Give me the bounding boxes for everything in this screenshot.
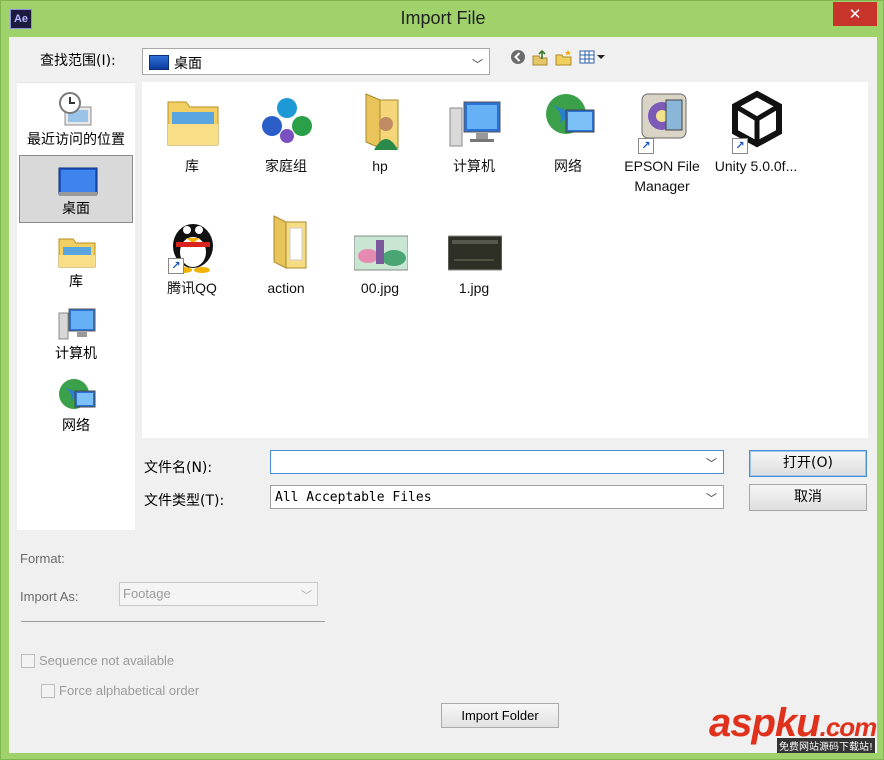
sequence-checkbox[interactable] bbox=[21, 654, 35, 668]
file-item[interactable]: ↗ 腾讯QQ bbox=[146, 208, 238, 318]
file-item[interactable]: ↗ EPSON File Manager bbox=[616, 86, 708, 196]
file-name: Unity 5.0.0f... bbox=[714, 158, 798, 174]
chevron-down-icon: ﹀ bbox=[301, 589, 312, 602]
shortcut-arrow-icon: ↗ bbox=[732, 138, 748, 154]
place-library[interactable]: 库 bbox=[19, 227, 133, 295]
user-folder-icon bbox=[365, 93, 399, 150]
filetype-value: All Acceptable Files bbox=[275, 490, 432, 505]
homegroup-icon bbox=[262, 98, 312, 143]
network-icon bbox=[59, 379, 96, 409]
file-item[interactable]: 1.jpg bbox=[428, 208, 520, 318]
place-label: 网络 bbox=[62, 418, 90, 434]
up-folder-icon bbox=[532, 49, 548, 66]
filetype-label: 文件类型(T): bbox=[144, 493, 225, 509]
sequence-label: Sequence not available bbox=[39, 653, 175, 668]
up-folder-button[interactable] bbox=[530, 49, 550, 71]
network-icon bbox=[546, 94, 595, 134]
view-menu-icon bbox=[579, 50, 605, 64]
import-folder-button[interactable]: Import Folder bbox=[441, 703, 559, 728]
file-item[interactable]: 家庭组 bbox=[240, 86, 332, 196]
file-name: hp bbox=[372, 158, 388, 174]
back-button[interactable] bbox=[508, 49, 528, 71]
cancel-button[interactable]: 取消 bbox=[749, 484, 867, 511]
file-name: EPSON File Manager bbox=[624, 158, 700, 194]
lookin-dropdown[interactable]: 桌面 ﹀ bbox=[142, 48, 490, 75]
place-label: 库 bbox=[69, 274, 83, 290]
new-folder-icon bbox=[555, 50, 572, 66]
file-name: 库 bbox=[185, 158, 199, 174]
chevron-down-icon: ﹀ bbox=[472, 58, 483, 71]
place-label: 最近访问的位置 bbox=[27, 132, 125, 148]
file-list-view[interactable]: 库 家庭组 hp 计算机 网络 ↗ EPSON File Manager ↗ U… bbox=[142, 82, 868, 438]
filetype-dropdown[interactable]: All Acceptable Files ﹀ bbox=[270, 485, 724, 509]
library-icon bbox=[58, 238, 96, 268]
file-item[interactable]: action bbox=[240, 208, 332, 318]
title-bar[interactable]: Ae Import File ✕ bbox=[1, 1, 884, 37]
aspku-watermark: aspku.com 免费网站源码下载站! bbox=[705, 701, 879, 755]
options-separator bbox=[21, 621, 325, 622]
place-network[interactable]: 网络 bbox=[19, 371, 133, 439]
file-item[interactable]: hp bbox=[334, 86, 426, 196]
file-name: 网络 bbox=[554, 158, 582, 174]
file-name: action bbox=[267, 280, 305, 296]
close-button[interactable]: ✕ bbox=[833, 2, 877, 26]
import-as-label: Import As: bbox=[20, 589, 79, 604]
folder-icon bbox=[273, 215, 307, 269]
recent-places-icon bbox=[59, 92, 92, 126]
computer-icon bbox=[58, 308, 96, 340]
library-icon bbox=[167, 101, 219, 146]
file-item[interactable]: ↗ Unity 5.0.0f... bbox=[710, 86, 802, 196]
image-thumbnail-icon bbox=[448, 235, 502, 271]
dialog-client-area: 查找范围(I): 桌面 ﹀ 最近访问的位置 桌面 库 计算机 网络 库 家庭组 … bbox=[9, 37, 877, 753]
view-menu-button[interactable] bbox=[578, 49, 608, 71]
place-desktop[interactable]: 桌面 bbox=[19, 155, 133, 223]
shortcut-arrow-icon: ↗ bbox=[638, 138, 654, 154]
lookin-label: 查找范围(I): bbox=[40, 53, 116, 69]
import-as-dropdown[interactable]: Footage ﹀ bbox=[119, 582, 318, 606]
back-icon bbox=[511, 50, 525, 64]
shortcut-arrow-icon: ↗ bbox=[168, 258, 184, 274]
image-thumbnail-icon bbox=[354, 235, 408, 271]
place-label: 桌面 bbox=[62, 201, 90, 217]
file-name: 腾讯QQ bbox=[167, 280, 217, 296]
place-computer[interactable]: 计算机 bbox=[19, 299, 133, 367]
filename-label: 文件名(N): bbox=[144, 460, 213, 476]
filename-input[interactable]: ﹀ bbox=[270, 450, 724, 474]
format-label: Format: bbox=[20, 551, 65, 566]
places-bar: 最近访问的位置 桌面 库 计算机 网络 bbox=[17, 82, 135, 530]
force-alphabetical-label: Force alphabetical order bbox=[59, 683, 200, 698]
file-name: 家庭组 bbox=[265, 158, 307, 174]
file-item[interactable]: 库 bbox=[146, 86, 238, 196]
import-as-value: Footage bbox=[123, 586, 171, 601]
computer-icon bbox=[449, 101, 501, 147]
lookin-value: 桌面 bbox=[174, 56, 202, 72]
chevron-down-icon: ﹀ bbox=[706, 492, 717, 505]
watermark-subtext: 免费网站源码下载站! bbox=[776, 738, 875, 753]
chevron-down-icon: ﹀ bbox=[706, 457, 717, 470]
file-name: 00.jpg bbox=[360, 280, 400, 296]
file-item[interactable]: 网络 bbox=[522, 86, 614, 196]
file-item[interactable]: 计算机 bbox=[428, 86, 520, 196]
desktop-icon bbox=[149, 55, 169, 70]
file-name: 1.jpg bbox=[458, 280, 490, 296]
close-icon: ✕ bbox=[848, 5, 862, 23]
open-button[interactable]: 打开(O) bbox=[749, 450, 867, 477]
file-item[interactable]: 00.jpg bbox=[334, 208, 426, 318]
new-folder-button[interactable] bbox=[554, 49, 574, 71]
place-recent[interactable]: 最近访问的位置 bbox=[19, 85, 133, 153]
import-file-dialog: Ae Import File ✕ 查找范围(I): 桌面 ﹀ 最近访问的位置 桌… bbox=[0, 0, 884, 760]
window-title: Import File bbox=[400, 8, 486, 28]
file-name: 计算机 bbox=[453, 158, 495, 174]
desktop-icon bbox=[58, 167, 98, 196]
place-label: 计算机 bbox=[55, 346, 97, 362]
force-alphabetical-checkbox[interactable] bbox=[41, 684, 55, 698]
